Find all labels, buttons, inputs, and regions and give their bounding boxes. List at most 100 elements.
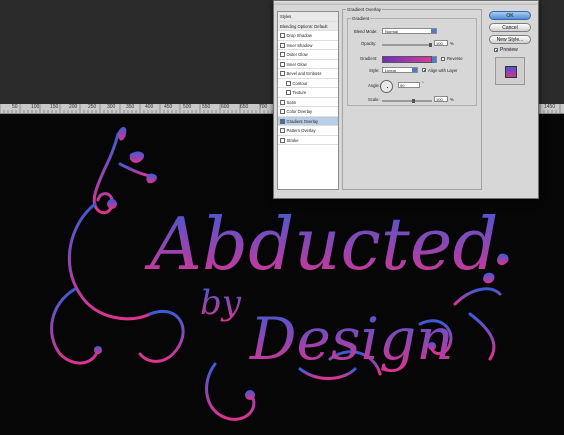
gradient-overlay-panel: Gradient Overlay Gradient Blend Mode: No… bbox=[342, 7, 482, 190]
chevron-down-icon bbox=[432, 57, 436, 63]
preview-checkbox[interactable] bbox=[494, 48, 498, 52]
reverse-label: Reverse bbox=[447, 56, 463, 61]
style-item-label: Texture bbox=[292, 90, 307, 95]
gradient-picker[interactable] bbox=[382, 56, 432, 63]
angle-label: Angle: bbox=[368, 83, 380, 88]
ruler-label: 350 bbox=[126, 104, 135, 110]
style-checkbox[interactable] bbox=[280, 128, 285, 134]
style-item-label: Color Overlay bbox=[286, 109, 313, 114]
ruler-label: 400 bbox=[145, 104, 154, 110]
style-item-contour[interactable]: Contour bbox=[278, 79, 338, 88]
ruler-label: 600 bbox=[221, 104, 230, 110]
style-item-label: Satin bbox=[286, 99, 297, 105]
preview-label: Preview bbox=[500, 47, 518, 53]
style-item-stroke[interactable]: Stroke bbox=[278, 136, 338, 145]
style-item-texture[interactable]: Texture bbox=[278, 88, 338, 98]
gradient-label: Gradient: bbox=[360, 56, 378, 61]
style-item-label: Styles bbox=[280, 14, 292, 19]
scale-percent: % bbox=[450, 97, 454, 102]
blend-mode-value: Normal bbox=[385, 29, 398, 34]
angle-dial[interactable] bbox=[380, 80, 393, 93]
style-checkbox[interactable] bbox=[286, 80, 291, 86]
blend-mode-select[interactable]: Normal bbox=[382, 28, 437, 34]
cancel-button[interactable]: Cancel bbox=[489, 23, 531, 32]
style-item-satin[interactable]: Satin bbox=[278, 98, 338, 107]
ruler-label: 200 bbox=[69, 104, 78, 110]
style-item-inner-shadow[interactable]: Inner Shadow bbox=[278, 41, 338, 50]
style-checkbox[interactable] bbox=[280, 109, 285, 115]
ruler-label: 550 bbox=[202, 104, 211, 110]
preview-thumbnail bbox=[495, 57, 525, 85]
ruler-label: 250 bbox=[88, 104, 97, 110]
style-item-color-overlay[interactable]: Color Overlay bbox=[278, 107, 338, 117]
ruler-label: 450 bbox=[164, 104, 173, 110]
style-item-label: Outer Glow bbox=[286, 52, 308, 57]
opacity-input[interactable]: 100 bbox=[434, 40, 448, 46]
ruler-label: 50 bbox=[12, 104, 18, 110]
artwork-text-design: Design bbox=[249, 305, 454, 373]
scale-slider-handle[interactable] bbox=[412, 99, 415, 103]
style-label: Style: bbox=[369, 68, 380, 73]
scale-label: Scale: bbox=[368, 97, 380, 102]
opacity-label: Opacity: bbox=[361, 41, 377, 46]
style-item-blending-options-default[interactable]: Blending Options: Default bbox=[278, 21, 338, 31]
reverse-checkbox[interactable] bbox=[441, 57, 445, 61]
style-select[interactable]: Linear bbox=[382, 67, 418, 73]
ruler-label: 1450 bbox=[544, 104, 556, 110]
style-item-label: Stroke bbox=[286, 137, 299, 143]
scale-slider[interactable] bbox=[382, 99, 432, 103]
style-checkbox[interactable] bbox=[286, 90, 291, 96]
gradient-dropdown[interactable] bbox=[432, 56, 437, 63]
style-item-outer-glow[interactable]: Outer Glow bbox=[278, 50, 338, 60]
ruler-label: 650 bbox=[240, 104, 249, 110]
style-item-pattern-overlay[interactable]: Pattern Overlay bbox=[278, 126, 338, 136]
preview-swatch bbox=[505, 66, 517, 78]
chevron-down-icon bbox=[431, 29, 436, 33]
style-item-label: Bevel and Emboss bbox=[286, 71, 322, 76]
gradient-subpanel: Gradient Blend Mode: Normal Opacity: 100… bbox=[347, 16, 477, 106]
angle-degree: ° bbox=[422, 81, 424, 86]
layer-style-dialog: Styles Blending Options: Default Drop Shad… bbox=[273, 0, 539, 199]
opacity-slider[interactable] bbox=[382, 43, 432, 47]
style-item-label: Drop Shadow bbox=[286, 33, 312, 38]
scale-input[interactable]: 100 bbox=[434, 96, 448, 102]
style-item-label: Pattern Overlay bbox=[286, 128, 316, 133]
style-checkbox[interactable] bbox=[280, 52, 285, 58]
subpanel-title: Gradient bbox=[351, 16, 371, 21]
ruler-label: 300 bbox=[107, 104, 116, 110]
dialog-titlebar[interactable] bbox=[274, 1, 538, 5]
align-with-layer-checkbox[interactable] bbox=[422, 68, 426, 72]
style-checkbox[interactable] bbox=[280, 137, 285, 143]
align-with-layer-label: Align with Layer bbox=[428, 68, 458, 73]
style-item-inner-glow[interactable]: Inner Glow bbox=[278, 60, 338, 69]
style-checkbox[interactable] bbox=[280, 33, 285, 39]
ruler-label: 500 bbox=[183, 104, 192, 110]
style-checkbox[interactable] bbox=[280, 42, 285, 48]
chevron-down-icon bbox=[412, 68, 417, 72]
new-style-button[interactable]: New Style... bbox=[489, 35, 531, 44]
angle-input[interactable]: 90 bbox=[398, 82, 420, 88]
style-item-label: Inner Shadow bbox=[286, 42, 313, 48]
blend-mode-label: Blend Mode: bbox=[354, 29, 378, 34]
style-item-label: Blending Options: Default bbox=[280, 23, 328, 29]
style-item-gradient-overlay[interactable]: Gradient Overlay bbox=[278, 116, 338, 126]
styles-list: Styles Blending Options: Default Drop Shad… bbox=[277, 11, 339, 190]
style-checkbox[interactable] bbox=[280, 61, 285, 67]
style-checkbox[interactable] bbox=[280, 71, 285, 77]
style-item-label: Contour bbox=[292, 80, 308, 86]
ruler-label: 700 bbox=[259, 104, 268, 110]
style-checkbox[interactable] bbox=[280, 118, 285, 124]
style-item-label: Inner Glow bbox=[286, 61, 307, 67]
ok-button[interactable]: OK bbox=[489, 11, 531, 20]
opacity-slider-handle[interactable] bbox=[429, 43, 432, 47]
panel-title: Gradient Overlay bbox=[346, 7, 383, 12]
style-item-bevel-and-emboss[interactable]: Bevel and Emboss bbox=[278, 69, 338, 79]
ruler-label: 150 bbox=[50, 104, 59, 110]
style-checkbox[interactable] bbox=[280, 99, 285, 105]
style-item-styles[interactable]: Styles bbox=[278, 12, 338, 22]
style-value: Linear bbox=[385, 68, 397, 73]
opacity-percent: % bbox=[450, 41, 454, 46]
style-item-label: Gradient Overlay bbox=[286, 118, 319, 124]
style-item-drop-shadow[interactable]: Drop Shadow bbox=[278, 31, 338, 41]
artwork-text-abducted: Abducted bbox=[144, 202, 499, 286]
